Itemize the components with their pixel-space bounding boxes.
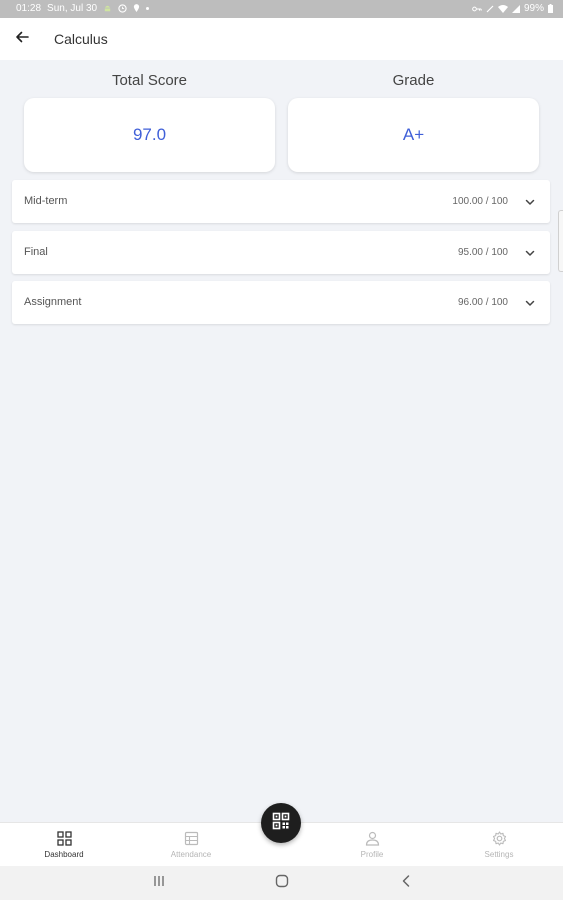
score-row-name: Assignment — [24, 296, 82, 308]
attendance-icon — [184, 830, 199, 846]
system-back-button[interactable] — [398, 874, 414, 893]
total-score-card: 97.0 — [24, 98, 275, 172]
recents-button[interactable] — [151, 875, 167, 891]
score-row-value: 100.00 / 100 — [452, 196, 508, 207]
page-title: Calculus — [54, 31, 108, 47]
status-time: 01:28 — [16, 3, 42, 14]
nav-label: Attendance — [170, 850, 212, 859]
score-row-value: 95.00 / 100 — [457, 247, 508, 258]
edge-panel-handle[interactable] — [558, 210, 563, 272]
chevron-down-icon[interactable] — [524, 195, 536, 207]
system-nav-bar — [0, 866, 563, 900]
notification-dot-icon — [146, 7, 150, 10]
qr-scan-button[interactable] — [261, 803, 301, 843]
score-row-final[interactable]: Final 95.00 / 100 — [12, 231, 550, 274]
mute-icon — [486, 5, 494, 13]
back-icon — [401, 874, 411, 893]
score-row-midterm[interactable]: Mid-term 100.00 / 100 — [12, 180, 550, 223]
home-icon — [275, 874, 289, 893]
nav-item-profile[interactable]: Profile — [322, 823, 422, 867]
grade-value: A+ — [402, 125, 425, 144]
back-button[interactable] — [10, 27, 34, 51]
chevron-down-icon[interactable] — [524, 246, 536, 258]
score-row-value: 96.00 / 100 — [457, 297, 508, 308]
battery-percent: 99% — [523, 3, 544, 14]
grade-label: Grade — [392, 72, 435, 89]
nav-label: Profile — [360, 850, 384, 859]
android-icon — [103, 4, 112, 13]
total-score-value: 97.0 — [132, 125, 167, 144]
alarm-icon — [118, 4, 127, 13]
qr-code-icon — [272, 812, 290, 835]
app-bar: Calculus — [0, 18, 563, 60]
score-row-name: Final — [24, 246, 48, 258]
nav-item-settings[interactable]: Settings — [449, 823, 549, 867]
nav-item-dashboard[interactable]: Dashboard — [14, 823, 114, 867]
signal-icon — [511, 4, 520, 13]
score-row-name: Mid-term — [24, 195, 68, 207]
battery-icon — [548, 4, 553, 13]
nav-label: Settings — [484, 850, 514, 859]
status-date: Sun, Jul 30 — [47, 3, 98, 14]
total-score-label: Total Score — [111, 72, 188, 89]
status-bar: 01:28 Sun, Jul 30 99% — [0, 0, 563, 18]
arrow-left-icon — [15, 30, 29, 49]
wifi-icon — [497, 4, 508, 13]
grade-card: A+ — [288, 98, 539, 172]
chevron-down-icon[interactable] — [524, 296, 536, 308]
location-icon — [133, 4, 140, 13]
profile-icon — [365, 830, 380, 846]
recents-icon — [152, 874, 166, 892]
key-icon — [472, 5, 482, 13]
dashboard-icon — [56, 830, 72, 846]
score-row-assignment[interactable]: Assignment 96.00 / 100 — [12, 281, 550, 324]
home-button[interactable] — [274, 874, 290, 893]
nav-item-attendance[interactable]: Attendance — [141, 823, 241, 867]
settings-icon — [492, 830, 507, 846]
nav-label: Dashboard — [44, 850, 84, 859]
